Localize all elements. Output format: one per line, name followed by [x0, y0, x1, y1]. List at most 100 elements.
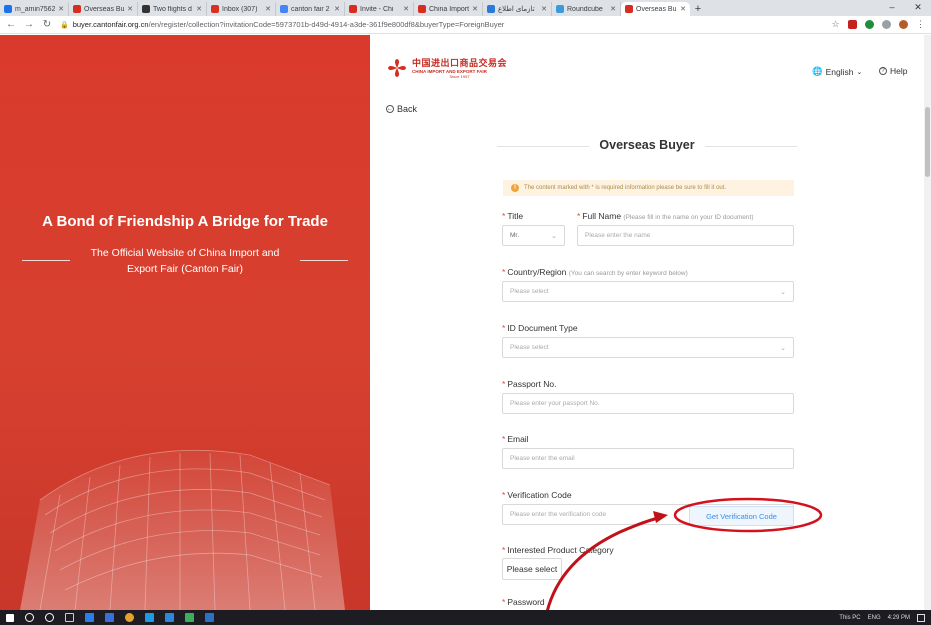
- form-heading: Overseas Buyer: [497, 138, 797, 152]
- close-tab-icon[interactable]: ✕: [610, 5, 616, 13]
- browser-tab[interactable]: m_amin7562 ✕: [0, 2, 69, 16]
- close-tab-icon[interactable]: ✕: [196, 5, 202, 13]
- country-select[interactable]: Please select ⌄: [502, 281, 794, 302]
- page-scrollbar[interactable]: [924, 35, 931, 610]
- passport-placeholder: Please enter your passport No.: [510, 400, 600, 407]
- close-tab-icon[interactable]: ✕: [58, 5, 64, 13]
- email-placeholder: Please enter the email: [510, 455, 575, 462]
- tab-favicon-icon: [625, 5, 633, 13]
- hero-panel: A Bond of Friendship A Bridge for Trade …: [0, 35, 370, 610]
- back-arrow-icon[interactable]: ←: [6, 19, 16, 30]
- browser-tab[interactable]: Overseas Bu ✕: [621, 2, 690, 16]
- close-tab-icon[interactable]: ✕: [265, 5, 271, 13]
- browser-tab[interactable]: Overseas Buy ✕: [69, 2, 138, 16]
- back-link[interactable]: ← Back: [386, 104, 417, 114]
- close-tab-icon[interactable]: ✕: [403, 5, 409, 13]
- url-host: buyer.cantonfair.org.cn: [72, 20, 149, 29]
- browser-tab[interactable]: China Import ✕: [414, 2, 483, 16]
- minimize-icon[interactable]: –: [879, 0, 905, 14]
- new-tab-button[interactable]: +: [690, 2, 706, 16]
- get-verification-code-button[interactable]: Get Verification Code: [689, 506, 794, 526]
- app-icon[interactable]: [165, 613, 174, 622]
- menu-kebab-icon[interactable]: ⋮: [916, 20, 925, 29]
- extension-icon[interactable]: [848, 20, 857, 29]
- fullname-placeholder: Please enter the name: [585, 232, 651, 239]
- app-icon[interactable]: [205, 613, 214, 622]
- close-tab-icon[interactable]: ✕: [680, 5, 686, 13]
- passport-input[interactable]: Please enter your passport No.: [502, 393, 794, 414]
- tab-title: Two flights d: [153, 5, 192, 13]
- warning-icon: !: [511, 184, 519, 192]
- language-selector[interactable]: 🌐 English ⌄: [812, 66, 862, 77]
- divider: [300, 260, 348, 261]
- chrome-icon[interactable]: [125, 613, 134, 622]
- tab-favicon-icon: [487, 5, 495, 13]
- chevron-down-icon: ⌄: [780, 344, 786, 352]
- star-icon[interactable]: ☆: [831, 20, 840, 29]
- title-select[interactable]: Mr. ⌄: [502, 225, 565, 246]
- tab-title: Overseas Bu: [636, 5, 677, 13]
- browser-tab[interactable]: Two flights d ✕: [138, 2, 207, 16]
- store-icon[interactable]: [85, 613, 94, 622]
- search-icon[interactable]: [25, 613, 34, 622]
- back-label: Back: [397, 104, 418, 114]
- browser-tab[interactable]: Roundcube ✕: [552, 2, 621, 16]
- tab-favicon-icon: [418, 5, 426, 13]
- windows-taskbar: This PC ENG 4:29 PM: [0, 610, 931, 625]
- skype-icon[interactable]: [145, 613, 154, 622]
- canton-fair-logo[interactable]: 中国进出口商品交易会 CHINA IMPORT AND EXPORT FAIR …: [387, 56, 507, 79]
- globe-icon: 🌐: [812, 66, 823, 76]
- address-bar[interactable]: 🔒 buyer.cantonfair.org.cn/en/register/co…: [60, 18, 823, 32]
- verification-placeholder: Please enter the verification code: [510, 511, 607, 518]
- close-tab-icon[interactable]: ✕: [541, 5, 547, 13]
- browser-tab[interactable]: Inbox (307) ✕: [207, 2, 276, 16]
- close-tab-icon[interactable]: ✕: [127, 5, 133, 13]
- page-title: Overseas Buyer: [589, 138, 705, 152]
- language-label: English: [825, 66, 854, 77]
- reload-icon[interactable]: ↻: [42, 19, 52, 30]
- logo-text: 中国进出口商品交易会 CHINA IMPORT AND EXPORT FAIR …: [412, 56, 507, 79]
- task-view-icon[interactable]: [65, 613, 74, 622]
- extension-icon[interactable]: [865, 20, 874, 29]
- tab-favicon-icon: [4, 5, 12, 13]
- app-icon[interactable]: [185, 613, 194, 622]
- windows-start-icon[interactable]: [6, 613, 14, 622]
- hero-subtitle: The Official Website of China Import and…: [90, 247, 280, 275]
- tab-favicon-icon: [142, 5, 150, 13]
- close-tab-icon[interactable]: ✕: [334, 5, 340, 13]
- title-value: Mr.: [510, 232, 520, 239]
- tray-this-pc[interactable]: This PC: [839, 615, 860, 621]
- email-field[interactable]: Please enter the email: [502, 448, 794, 469]
- mail-icon[interactable]: [105, 613, 114, 622]
- notice-text: The content marked with * is required in…: [524, 185, 727, 191]
- hero-slogan: A Bond of Friendship A Bridge for Trade: [42, 213, 328, 230]
- cortana-icon[interactable]: [45, 613, 54, 622]
- browser-tab[interactable]: Invite - Chi ✕: [345, 2, 414, 16]
- notification-icon[interactable]: [917, 613, 925, 622]
- tab-title: m_amin7562: [15, 5, 56, 13]
- title-label: * Title: [502, 211, 524, 221]
- chevron-down-icon: ⌄: [856, 68, 863, 76]
- category-select-button[interactable]: Please select: [502, 558, 562, 580]
- idtype-select[interactable]: Please select ⌄: [502, 337, 794, 358]
- browser-toolbar: ← → ↻ 🔒 buyer.cantonfair.org.cn/en/regis…: [0, 16, 931, 34]
- tray-clock[interactable]: 4:29 PM: [888, 615, 910, 621]
- idtype-placeholder: Please select: [510, 344, 549, 351]
- email-label: * Email: [502, 434, 529, 444]
- forward-arrow-icon[interactable]: →: [24, 19, 34, 30]
- divider: [22, 260, 70, 261]
- close-tab-icon[interactable]: ✕: [472, 5, 478, 13]
- browser-tab[interactable]: canton fair 2 ✕: [276, 2, 345, 16]
- help-link[interactable]: ? Help: [879, 66, 907, 76]
- tab-favicon-icon: [556, 5, 564, 13]
- avatar[interactable]: [899, 20, 908, 29]
- tray-lang[interactable]: ENG: [868, 615, 881, 621]
- fullname-input[interactable]: Please enter the name: [577, 225, 794, 246]
- browser-tab-strip: m_amin7562 ✕ Overseas Buy ✕ Two flights d ✕ In…: [0, 0, 931, 16]
- extension-icon[interactable]: [882, 20, 891, 29]
- browser-tab[interactable]: تازمای اطلاع ✕: [483, 2, 552, 16]
- chevron-down-icon: ⌄: [551, 232, 557, 240]
- close-window-icon[interactable]: ✕: [905, 0, 931, 14]
- tab-title: Inbox (307): [222, 5, 258, 13]
- scrollbar-thumb[interactable]: [925, 107, 930, 177]
